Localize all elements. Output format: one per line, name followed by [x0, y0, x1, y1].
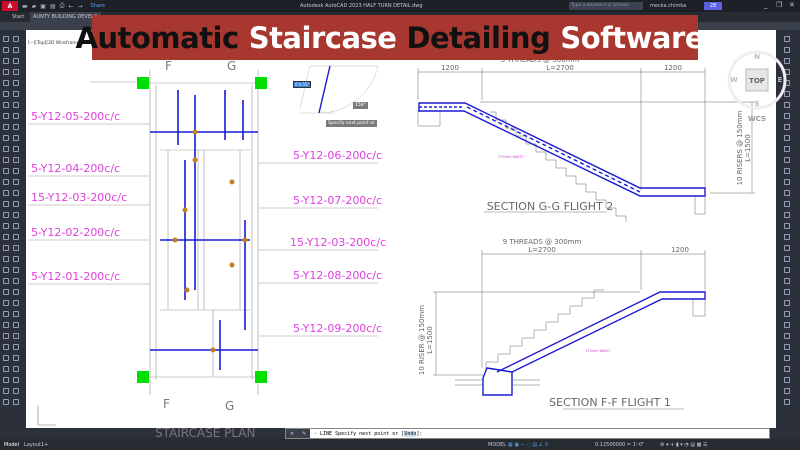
plan-rebar-dots [172, 129, 248, 353]
wrench-icon[interactable]: ✎ [302, 430, 306, 437]
plan-label: 5-Y12-09-200c/c [293, 322, 382, 335]
plan-title: STAIRCASE PLAN [155, 426, 256, 440]
ff-risers: 10 RISER @ 150mm [418, 305, 426, 375]
plan-label: 5-Y12-02-200c/c [31, 226, 120, 239]
settings-icon[interactable]: ⚙ ▾ + ▮ ▾ ◔ ▤ ▩ ☰ [660, 442, 707, 448]
dynamic-input-value[interactable]: 0'4.55" [293, 81, 312, 88]
banner-word: Software. [560, 20, 715, 55]
command-text: - LINE Specify next point or [ [314, 430, 405, 437]
gg-risers-len: L=1500 [744, 134, 752, 162]
ucs-icon [37, 405, 56, 426]
section-mark: F [165, 59, 172, 73]
compass-e[interactable]: E [778, 76, 783, 84]
tab-layout1[interactable]: Layout1 [24, 442, 44, 448]
plan-label: 5-Y12-01-200c/c [31, 270, 120, 283]
gg-risers: 10 RISERS @ 150mm [736, 110, 744, 185]
angle-tooltip: 158° [353, 102, 368, 109]
plan-label: 5-Y12-06-200c/c [293, 149, 382, 162]
status-bar: Model Layout1 + MODEL ▦ ▣ ⌐ ◌ ▤ ∠ ⚲ 0.12… [0, 439, 800, 450]
command-suffix: ]: [416, 430, 423, 437]
ff-waist-label: 175mm WAIST [585, 349, 612, 353]
banner-word: Automatic [75, 20, 240, 55]
section-mark: F [163, 397, 170, 411]
compass-w[interactable]: W [730, 76, 738, 84]
add-layout-button[interactable]: + [44, 442, 48, 448]
gg-dim-mid: L=2700 [546, 64, 574, 72]
command-line[interactable]: ✕ ✎ - LINE Specify next point or [Undo]: [285, 428, 770, 439]
section-ff-dims [433, 250, 706, 386]
close-icon[interactable]: ✕ [290, 430, 294, 437]
section-ff-rebar [482, 291, 706, 396]
compass-s[interactable]: S [754, 100, 759, 108]
annotation-scale[interactable]: 0.12500000 = 1'-0" [595, 442, 644, 448]
plan-label: 5-Y12-04-200c/c [31, 162, 120, 175]
ff-dim-right: 1200 [671, 246, 689, 254]
plan-label: 15-Y12-03-200c/c [31, 191, 127, 204]
undo-option[interactable]: Undo [404, 430, 417, 437]
banner-word: Detailing [406, 20, 551, 55]
gg-dim-right: 1200 [664, 64, 682, 72]
wcs-menu[interactable]: WCS [748, 115, 766, 123]
plan-label: 5-Y12-08-200c/c [293, 269, 382, 282]
gg-title: SECTION G-G FLIGHT 2 [487, 200, 614, 213]
section-mark: G [227, 59, 236, 73]
section-gg-rebar [418, 102, 706, 197]
ff-risers-len: L=1500 [426, 326, 434, 354]
banner-word: Staircase [248, 20, 397, 55]
section-mark: G [225, 399, 234, 413]
plan-label: 15-Y12-03-200c/c [290, 236, 386, 249]
viewcube-top[interactable]: TOP [749, 77, 765, 85]
dynamic-prompt: Specify next point or [326, 120, 377, 127]
title-banner: Automatic Staircase Detailing Software. [76, 15, 715, 60]
ff-dim-mid: L=2700 [528, 246, 556, 254]
plan-label: 5-Y12-07-200c/c [293, 194, 382, 207]
ff-threads: 9 THREADS @ 300mm [503, 238, 582, 246]
grid-icon[interactable]: ▦ ▣ ⌐ ◌ ▤ ∠ ⚲ [508, 442, 548, 448]
model-space-toggle[interactable]: MODEL [488, 442, 506, 448]
section-gg-dims [417, 68, 755, 222]
compass-n[interactable]: N [754, 53, 760, 61]
column-markers [137, 77, 267, 383]
tab-model[interactable]: Model [4, 442, 19, 448]
gg-waist-label: 175mm WAIST [498, 155, 525, 159]
drawing: 5-Y12-05-200c/c 5-Y12-04-200c/c 15-Y12-0… [28, 50, 787, 441]
ff-title: SECTION F-F FLIGHT 1 [549, 396, 671, 409]
gg-dim-left: 1200 [441, 64, 459, 72]
plan-label: 5-Y12-05-200c/c [31, 110, 120, 123]
